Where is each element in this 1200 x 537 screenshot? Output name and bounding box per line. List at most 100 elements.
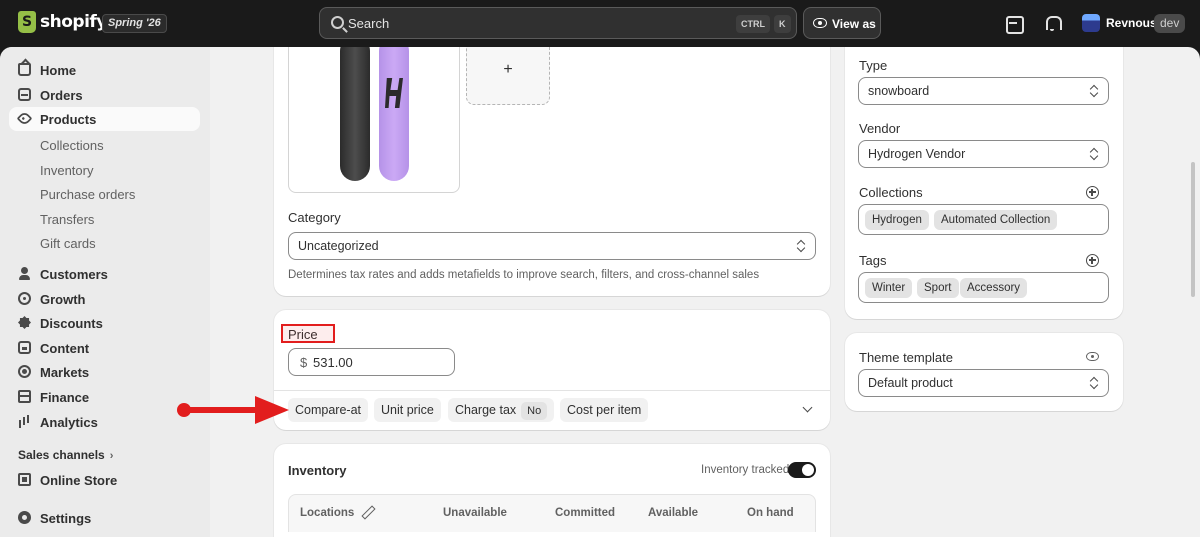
eye-icon[interactable] [1086, 352, 1099, 361]
charge-tax-button[interactable]: Charge tax No [448, 398, 555, 422]
column-header: Unavailable [443, 507, 507, 519]
inventory-tracked-toggle[interactable] [788, 462, 816, 478]
sidebar-item-label: Discounts [40, 316, 103, 331]
select-chevron-icon [797, 240, 805, 252]
inventory-card: Inventory Inventory tracked Locations Un… [274, 444, 830, 537]
product-organization-card: Type snowboard Vendor Hydrogen Vendor Co… [845, 47, 1123, 319]
home-icon [18, 63, 31, 76]
add-tag-icon[interactable] [1086, 254, 1099, 267]
sidebar-item-label: Settings [40, 511, 92, 526]
sidebar-item-gift-cards[interactable]: Gift cards [40, 236, 96, 251]
board-graphic [385, 78, 403, 108]
sales-channels-label: Sales channels [18, 448, 105, 462]
pencil-icon[interactable] [362, 506, 374, 518]
sidebar-item-customers[interactable]: Customers [9, 262, 200, 286]
sidebar-item-products[interactable]: Products [9, 107, 200, 131]
compare-at-button[interactable]: Compare-at [288, 398, 368, 422]
edition-badge: Spring '26 [102, 14, 167, 33]
theme-template-select[interactable]: Default product [858, 369, 1109, 397]
sidebar-item-label: Finance [40, 390, 90, 405]
category-help-text: Determines tax rates and adds metafields… [288, 269, 760, 281]
dev-badge: dev [1154, 14, 1186, 33]
category-select[interactable]: Uncategorized [288, 232, 816, 260]
charge-tax-value: No [521, 402, 548, 420]
vendor-label: Vendor [859, 121, 901, 136]
tag-pill[interactable]: Sport [917, 278, 959, 298]
charge-tax-label: Charge tax [455, 403, 517, 417]
sidebar-item-label: Content [40, 341, 90, 356]
shortcut-k-key: K [774, 15, 791, 33]
scrollbar[interactable] [1191, 162, 1195, 297]
bell-icon[interactable] [1043, 14, 1062, 32]
add-media-button[interactable]: + [466, 47, 550, 105]
sidebar-item-settings[interactable]: Settings [9, 506, 200, 530]
tag-pill[interactable]: Winter [865, 278, 913, 298]
cost-per-item-button[interactable]: Cost per item [560, 398, 649, 422]
price-value: 531.00 [313, 355, 353, 370]
sidebar-item-home[interactable]: Home [9, 58, 200, 82]
sidebar-item-finance[interactable]: Finance [9, 385, 200, 409]
sidebar-item-online-store[interactable]: Online Store [9, 468, 200, 492]
sidebar-item-label: Online Store [40, 473, 118, 488]
sidebar-item-discounts[interactable]: Discounts [9, 311, 200, 335]
bank-icon [18, 390, 31, 403]
eye-icon [813, 18, 827, 28]
collections-field[interactable]: Hydrogen Automated Collection [858, 204, 1109, 235]
add-collection-icon[interactable] [1086, 186, 1099, 199]
unit-price-button[interactable]: Unit price [374, 398, 441, 422]
vendor-select[interactable]: Hydrogen Vendor [858, 140, 1109, 168]
sidebar-item-label: Orders [40, 88, 83, 103]
sidebar-item-content[interactable]: Content [9, 336, 200, 360]
currency-symbol: $ [300, 355, 308, 370]
sidebar-item-label: Growth [40, 292, 86, 307]
sidebar-item-collections[interactable]: Collections [40, 138, 104, 153]
sidebar: Home Orders Products Collections Invento… [0, 47, 210, 537]
view-as-button[interactable]: View as [803, 7, 881, 39]
snowboard-purple [379, 47, 409, 181]
product-image[interactable] [288, 47, 460, 193]
sidebar-item-transfers[interactable]: Transfers [40, 212, 94, 227]
store-name[interactable]: Revnous [1106, 16, 1157, 30]
theme-template-label: Theme template [859, 350, 953, 365]
column-header: On hand [747, 507, 794, 519]
category-value: Uncategorized [298, 239, 379, 253]
search-bar[interactable]: Search CTRL K [319, 7, 797, 39]
sidebar-item-inventory[interactable]: Inventory [40, 163, 93, 178]
collection-pill[interactable]: Automated Collection [934, 210, 1058, 230]
price-highlight-box [281, 324, 335, 343]
tags-field[interactable]: Winter Sport Accessory [858, 272, 1109, 303]
inventory-table-header: Locations Unavailable Committed Availabl… [288, 494, 816, 532]
annotation-arrow-shaft [188, 407, 260, 413]
annotation-arrow-head [255, 396, 289, 424]
collection-pill[interactable]: Hydrogen [865, 210, 929, 230]
column-header: Locations [300, 507, 355, 519]
sidebar-item-purchase-orders[interactable]: Purchase orders [40, 187, 135, 202]
chevron-right-icon: › [109, 450, 114, 462]
price-input[interactable]: $ 531.00 [288, 348, 455, 376]
sidebar-item-growth[interactable]: Growth [9, 287, 200, 311]
store-avatar[interactable] [1082, 14, 1100, 32]
sidebar-item-analytics[interactable]: Analytics [9, 410, 200, 434]
sidebar-item-label: Products [40, 112, 97, 127]
content-icon [18, 341, 31, 354]
target-icon [18, 292, 31, 305]
type-value: snowboard [868, 84, 930, 98]
snowboard-black [340, 47, 370, 181]
logo-text: shopify [40, 12, 107, 32]
sidebar-item-markets[interactable]: Markets [9, 360, 200, 384]
sidebar-item-orders[interactable]: Orders [9, 83, 200, 107]
sales-channels-heading[interactable]: Sales channels › [18, 448, 113, 462]
divider [274, 390, 830, 391]
inventory-title: Inventory [288, 463, 347, 478]
vendor-value: Hydrogen Vendor [868, 147, 966, 161]
orders-icon [18, 88, 31, 101]
chevron-down-icon[interactable] [802, 402, 813, 413]
type-select[interactable]: snowboard [858, 77, 1109, 105]
price-card: Price $ 531.00 Compare-at Unit price Cha… [274, 310, 830, 430]
tag-pill[interactable]: Accessory [960, 278, 1028, 298]
globe-icon [18, 365, 31, 378]
store-icon[interactable] [1004, 14, 1024, 34]
select-chevron-icon [1090, 148, 1098, 160]
top-bar: shopify Spring '26 Search CTRL K View as… [0, 0, 1200, 47]
shopify-logo[interactable]: shopify [18, 11, 107, 33]
